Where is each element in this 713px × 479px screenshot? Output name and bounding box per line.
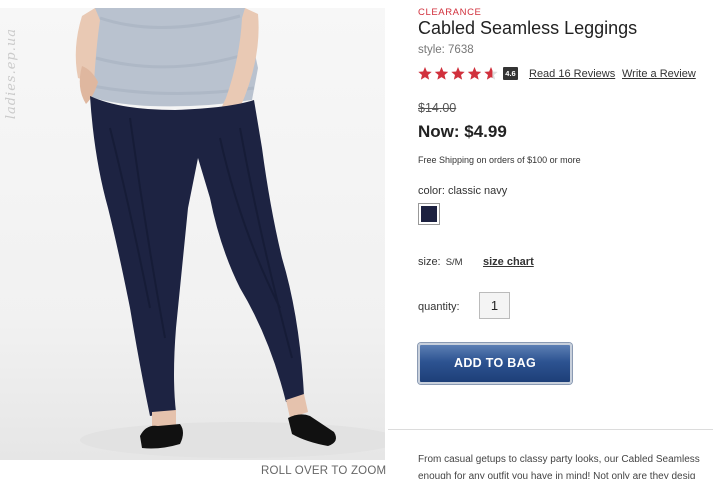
product-title: Cabled Seamless Leggings	[418, 18, 638, 38]
description-line: From casual getups to classy party looks…	[418, 454, 700, 465]
rating-row: 4.6 Read 16 Reviews Write a Review	[418, 66, 713, 82]
color-row: color: classic navy	[418, 185, 507, 197]
section-divider	[388, 429, 713, 430]
shipping-note: Free Shipping on orders of $100 or more	[418, 155, 581, 165]
quantity-label: quantity:	[418, 301, 460, 313]
product-style: style: 7638	[418, 44, 474, 56]
add-to-bag-button[interactable]: ADD TO BAG	[418, 343, 572, 384]
star-filled-icon	[467, 67, 482, 80]
color-value: classic navy	[447, 185, 508, 197]
size-row: size: S/M	[418, 256, 463, 268]
watermark: ladies.ep.ua	[4, 28, 19, 120]
write-review-link[interactable]: Write a Review	[622, 68, 696, 80]
size-label: size:	[418, 256, 441, 268]
zoom-hint: ROLL OVER TO ZOOM	[261, 465, 387, 477]
star-filled-icon	[434, 67, 449, 80]
size-value[interactable]: S/M	[446, 257, 463, 268]
product-description: From casual getups to classy party looks…	[418, 451, 713, 479]
read-reviews-link[interactable]: Read 16 Reviews	[529, 68, 615, 80]
color-swatch-classic-navy[interactable]	[418, 203, 440, 225]
description-line: enough for any outfit you have in mind! …	[418, 471, 696, 479]
product-image[interactable]: ladies.ep.ua	[0, 8, 385, 460]
sale-price: Now: $4.99	[418, 122, 507, 141]
original-price: $14.00	[418, 101, 457, 115]
quantity-input[interactable]: 1	[479, 292, 510, 319]
color-label: color:	[418, 185, 445, 197]
size-chart-link[interactable]: size chart	[483, 256, 534, 268]
rating-badge: 4.6	[503, 67, 518, 80]
clearance-badge: CLEARANCE	[418, 7, 482, 18]
leggings-photo	[75, 8, 385, 458]
swatch-fill	[421, 206, 437, 222]
star-filled-icon	[451, 67, 465, 80]
rating-stars	[418, 67, 498, 80]
star-filled-icon	[418, 67, 432, 80]
